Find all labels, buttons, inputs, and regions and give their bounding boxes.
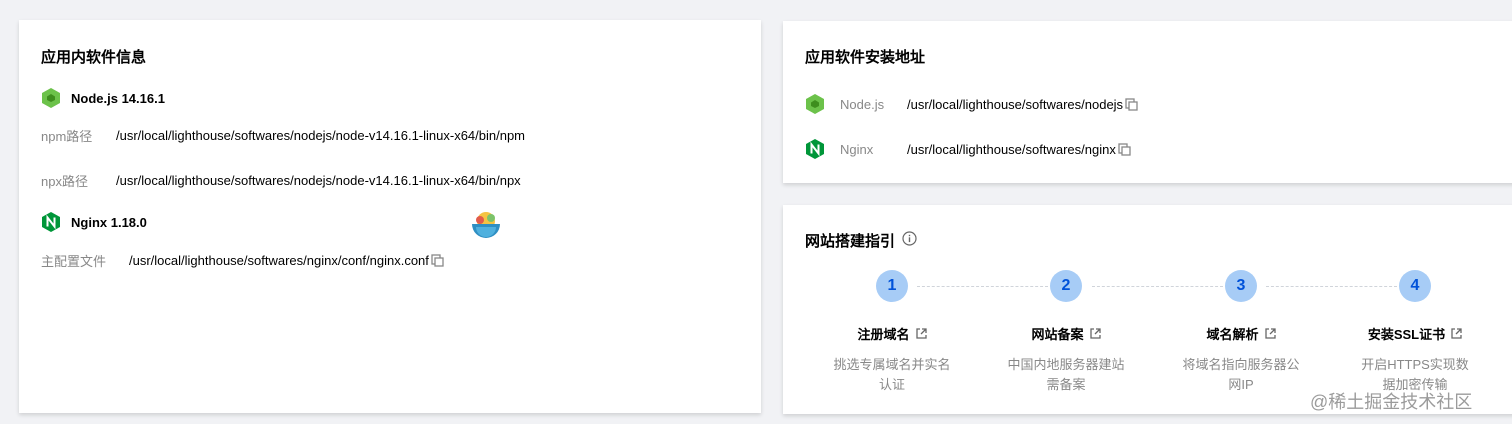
install-address-card: 应用软件安装地址 Node.js /usr/local/lighthouse/s… (783, 21, 1512, 183)
step-number: 4 (1399, 270, 1431, 302)
external-link-icon[interactable] (915, 328, 927, 339)
step-title[interactable]: 注册域名 (857, 324, 909, 343)
step-title[interactable]: 网站备案 (1031, 324, 1083, 343)
address-name-nginx: Nginx (840, 141, 874, 157)
address-path-nodejs: /usr/local/lighthouse/softwares/nodejs (907, 96, 1124, 112)
step-title-link[interactable]: 安装SSL证书 (1335, 324, 1495, 343)
external-link-icon[interactable] (1264, 328, 1276, 339)
step-title-link[interactable]: 注册域名 (812, 324, 972, 343)
nodejs-icon (41, 87, 61, 109)
step-number: 3 (1225, 270, 1257, 302)
npx-path-value: /usr/local/lighthouse/softwares/nodejs/n… (116, 173, 521, 188)
npm-path-value: /usr/local/lighthouse/softwares/nodejs/n… (116, 128, 526, 143)
install-address-title: 应用软件安装地址 (805, 49, 926, 66)
nginx-version: Nginx 1.18.0 (71, 214, 147, 230)
site-guide-card: 网站搭建指引 1 注册域名 挑选专属域名并实名认证 2 网站备案 中国内地服务器… (783, 205, 1512, 414)
address-row-nodejs: Node.js /usr/local/lighthouse/softwares/… (805, 93, 1138, 115)
watermark: @稀土掘金技术社区 (1310, 392, 1473, 412)
copy-icon[interactable] (1118, 142, 1131, 156)
nodejs-version: Node.js 14.16.1 (71, 90, 165, 106)
nodejs-header: Node.js 14.16.1 (41, 87, 165, 109)
npm-path-row: npm路径 /usr/local/lighthouse/softwares/no… (41, 126, 525, 145)
address-row-nginx: Nginx /usr/local/lighthouse/softwares/ng… (805, 138, 1131, 160)
step-desc: 挑选专属域名并实名认证 (833, 357, 951, 392)
decorative-bowl-icon (470, 209, 502, 241)
external-link-icon[interactable] (1089, 328, 1101, 339)
step-title[interactable]: 域名解析 (1206, 324, 1258, 343)
step-desc: 将域名指向服务器公网IP (1182, 357, 1300, 392)
nginx-conf-label: 主配置文件 (41, 254, 107, 269)
address-path-nginx: /usr/local/lighthouse/softwares/nginx (907, 141, 1116, 157)
npx-path-row: npx路径 /usr/local/lighthouse/softwares/no… (41, 171, 521, 190)
software-info-card: 应用内软件信息 Node.js 14.16.1 npm路径 /usr/local… (19, 20, 761, 413)
step-desc: 中国内地服务器建站需备案 (1007, 357, 1125, 392)
step-number: 2 (1050, 270, 1082, 302)
step-title[interactable]: 安装SSL证书 (1368, 324, 1445, 343)
nginx-conf-row: 主配置文件 /usr/local/lighthouse/softwares/ng… (41, 251, 444, 270)
guide-step-4: 4 安装SSL证书 开启HTTPS实现数据加密传输 (1335, 270, 1495, 395)
guide-step-2: 2 网站备案 中国内地服务器建站需备案 (986, 270, 1146, 395)
npx-path-label: npx路径 (41, 174, 88, 189)
info-icon[interactable] (902, 231, 917, 250)
site-guide-header: 网站搭建指引 (805, 230, 917, 251)
external-link-icon[interactable] (1451, 328, 1462, 339)
nginx-conf-value: /usr/local/lighthouse/softwares/nginx/co… (129, 253, 429, 268)
nginx-icon (805, 138, 840, 160)
software-info-title: 应用内软件信息 (41, 49, 147, 66)
address-name-nodejs: Node.js (840, 96, 885, 112)
guide-step-3: 3 域名解析 将域名指向服务器公网IP (1161, 270, 1321, 395)
site-guide-title: 网站搭建指引 (805, 233, 896, 250)
guide-step-1: 1 注册域名 挑选专属域名并实名认证 (812, 270, 972, 395)
copy-icon[interactable] (1125, 97, 1138, 111)
step-title-link[interactable]: 网站备案 (986, 324, 1146, 343)
step-number: 1 (876, 270, 908, 302)
nodejs-icon (805, 93, 840, 115)
nginx-header: Nginx 1.18.0 (41, 211, 147, 233)
copy-icon[interactable] (431, 254, 444, 267)
npm-path-label: npm路径 (41, 129, 93, 144)
nginx-icon (41, 211, 61, 233)
step-title-link[interactable]: 域名解析 (1161, 324, 1321, 343)
